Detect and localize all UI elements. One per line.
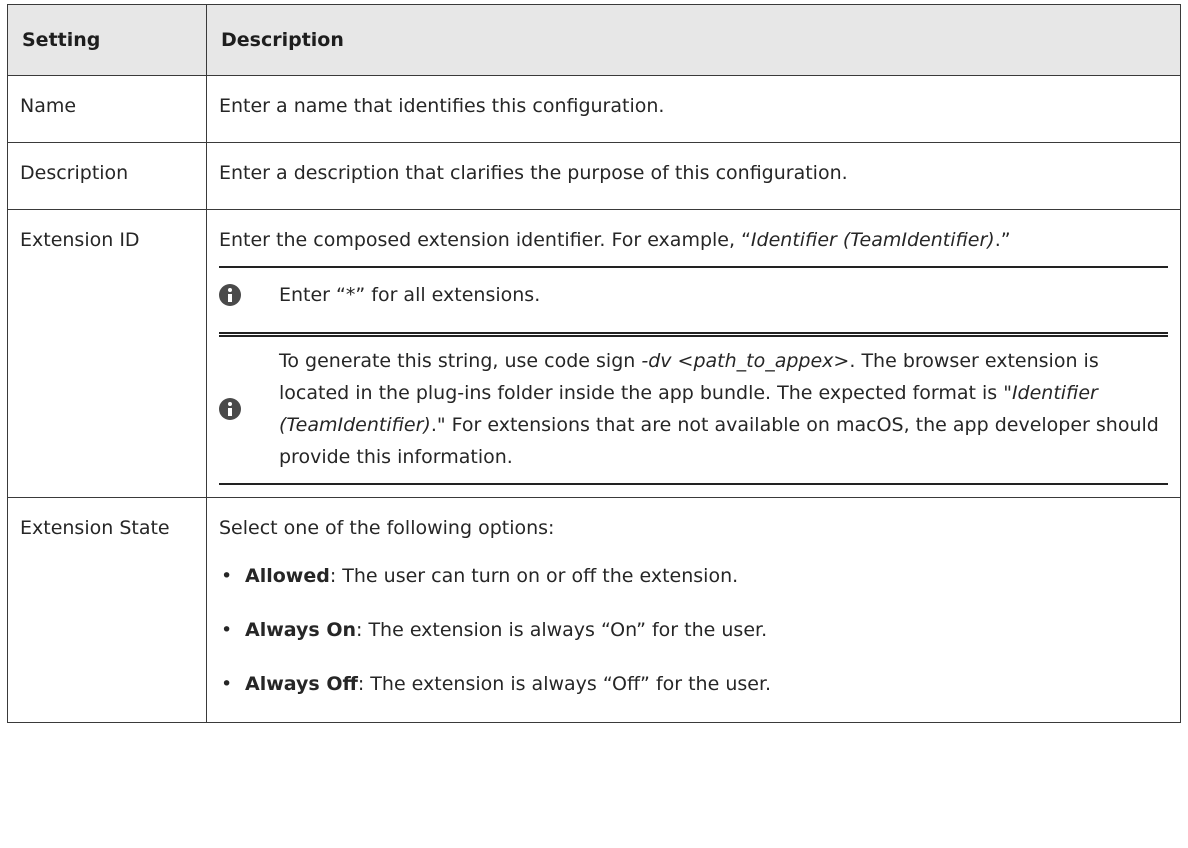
note-text-part: To generate this string, use code sign	[279, 350, 642, 372]
header-setting: Setting	[7, 4, 207, 76]
table-row: Description Enter a description that cla…	[7, 142, 1181, 210]
settings-table: Setting Description Name Enter a name th…	[7, 4, 1181, 723]
note-generate-string: To generate this string, use code sign -…	[219, 332, 1168, 485]
header-description: Description	[206, 4, 1181, 76]
note-text: Enter “*” for all extensions.	[279, 284, 541, 306]
option-text: : The extension is always “On” for the u…	[356, 619, 768, 641]
note-text: To generate this string, use code sign -…	[279, 345, 1168, 473]
table-header-row: Setting Description	[7, 4, 1181, 76]
options-list: • Allowed: The user can turn on or off th…	[219, 560, 1168, 700]
setting-name: Name	[7, 75, 207, 143]
option-label: Allowed	[245, 565, 330, 587]
option-label: Always On	[245, 619, 356, 641]
setting-extension-state: Extension State	[7, 497, 207, 723]
extension-id-text-italic: Identifier (TeamIdentifier)	[750, 229, 995, 251]
description-extension-state: Select one of the following options: • Al…	[206, 497, 1181, 723]
list-item: • Always On: The extension is always “On”…	[221, 614, 1168, 646]
list-item: • Always Off: The extension is always “Of…	[221, 668, 1168, 700]
extension-state-intro: Select one of the following options:	[219, 517, 555, 539]
extension-id-text-pre: Enter the composed extension identifier.…	[219, 229, 751, 251]
note-code: -dv <path_to_appex>	[641, 350, 850, 372]
option-text: : The extension is always “Off” for the …	[357, 673, 772, 695]
option-text: : The user can turn on or off the extens…	[329, 565, 739, 587]
info-icon	[219, 398, 241, 420]
table-row: Extension ID Enter the composed extensio…	[7, 209, 1181, 498]
description-extension-id: Enter the composed extension identifier.…	[206, 209, 1181, 498]
note-all-extensions: Enter “*” for all extensions.	[219, 266, 1168, 322]
option-label: Always Off	[245, 673, 358, 695]
description-name: Enter a name that identifies this config…	[206, 75, 1181, 143]
setting-extension-id: Extension ID	[7, 209, 207, 498]
table-row: Name Enter a name that identifies this c…	[7, 75, 1181, 143]
list-item: • Allowed: The user can turn on or off th…	[221, 560, 1168, 592]
info-icon	[219, 284, 241, 306]
description-description: Enter a description that clarifies the p…	[206, 142, 1181, 210]
bullet-icon: •	[221, 673, 233, 695]
setting-description: Description	[7, 142, 207, 210]
extension-id-text: Enter the composed extension identifier.…	[219, 224, 1168, 256]
bullet-icon: •	[221, 619, 233, 641]
bullet-icon: •	[221, 565, 233, 587]
table-row: Extension State Select one of the follow…	[7, 497, 1181, 723]
extension-id-text-post: .”	[994, 229, 1011, 251]
